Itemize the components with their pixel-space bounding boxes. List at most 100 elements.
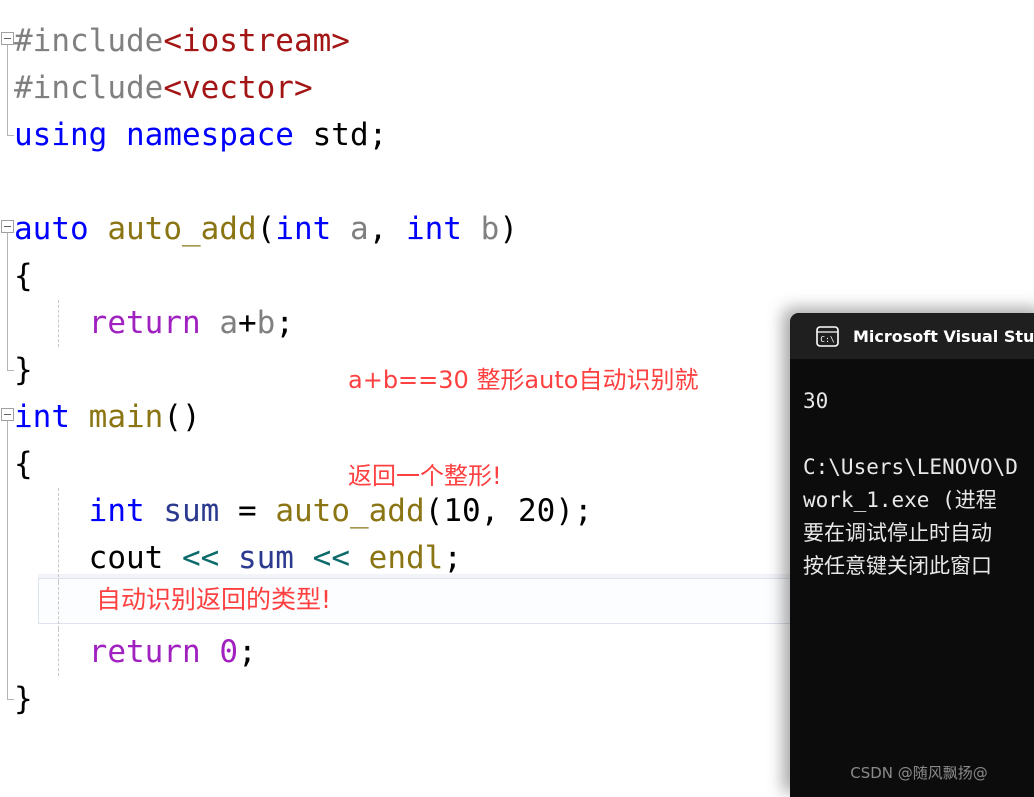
code-line[interactable]: { [0, 253, 1034, 300]
code-token: b [256, 305, 276, 341]
code-token: cout [88, 540, 164, 576]
code-line-text: #include<iostream> [14, 18, 350, 65]
console-window-title: Microsoft Visual Stud [853, 326, 1034, 346]
code-line-text: auto auto_add(int a, int b) [14, 206, 518, 253]
code-fold-gutter[interactable] [0, 676, 14, 723]
code-line-text: } [14, 347, 33, 394]
console-line: 30 [803, 389, 829, 413]
code-fold-gutter[interactable] [0, 18, 14, 65]
fold-guide-line [7, 253, 8, 300]
code-line-text: { [14, 441, 33, 488]
fold-guide-line [7, 488, 8, 535]
code-token: int [14, 399, 70, 435]
csdn-watermark: CSDN @随风飘扬@ [850, 764, 988, 782]
code-line[interactable]: #include<iostream> [0, 18, 1034, 65]
console-line: work_1.exe (进程 [803, 488, 1010, 512]
code-line[interactable]: auto auto_add(int a, int b) [0, 206, 1034, 253]
fold-collapse-icon[interactable] [1, 408, 14, 421]
code-line-text: #include<vector> [14, 65, 313, 112]
console-title-bar[interactable]: C:\ Microsoft Visual Stud [790, 313, 1034, 359]
fold-guide-line-end [7, 676, 14, 700]
code-token: b [480, 211, 500, 247]
code-token: sum [237, 540, 294, 576]
code-token: << [181, 540, 220, 576]
fold-guide-line [7, 421, 8, 441]
fold-collapse-icon[interactable] [1, 220, 14, 233]
fold-guide-line-end [7, 347, 14, 371]
code-fold-gutter[interactable] [0, 441, 14, 488]
console-line: 按任意键关闭此窗口 [803, 554, 992, 578]
console-output-window[interactable]: C:\ Microsoft Visual Stud 30 C:\Users\LEN… [790, 313, 1034, 797]
fold-guide-line [7, 629, 8, 676]
code-line-text: { [14, 253, 33, 300]
code-token: ) [499, 211, 518, 247]
code-token: #include [14, 70, 164, 106]
fold-guide-line [7, 300, 8, 347]
code-line[interactable]: using namespace std; [0, 112, 1034, 159]
code-fold-gutter[interactable] [0, 394, 14, 441]
code-token: <vector> [163, 70, 313, 106]
code-token: } [14, 681, 33, 717]
code-token: , [368, 211, 406, 247]
fold-guide-line [7, 65, 8, 112]
code-token: << [312, 540, 350, 576]
code-fold-gutter[interactable] [0, 65, 14, 112]
code-token: = [219, 493, 276, 529]
code-token: ; [237, 634, 257, 670]
console-line: C:\Users\LENOVO\D [803, 455, 1018, 479]
code-fold-gutter[interactable] [0, 112, 14, 159]
code-token: int [275, 211, 332, 247]
code-token: std; [312, 117, 388, 153]
console-line: 要在调试停止时自动 [803, 521, 992, 545]
fold-guide-line-end [7, 112, 14, 136]
code-fold-gutter[interactable] [0, 159, 14, 206]
code-fold-gutter[interactable] [0, 629, 14, 676]
code-line-text: return a+b; [14, 300, 294, 347]
code-token: + [237, 305, 257, 341]
console-output-text: 30 C:\Users\LENOVO\D work_1.exe (进程 要在调试停止… [790, 359, 1034, 797]
code-token: sum [163, 493, 220, 529]
annotation-auto-type: 自动识别返回的类型! [96, 585, 332, 614]
code-fold-gutter[interactable] [0, 347, 14, 394]
code-token: } [14, 352, 33, 388]
code-line[interactable] [0, 159, 1034, 206]
code-fold-gutter[interactable] [0, 582, 14, 629]
code-line-text: using namespace std; [14, 112, 387, 159]
annotation-return-line1: a+b==30 整形auto自动识别就 [348, 366, 699, 394]
code-fold-gutter[interactable] [0, 488, 14, 535]
fold-guide-line [7, 45, 8, 65]
fold-guide-line [7, 233, 8, 253]
code-token: return [88, 634, 201, 670]
code-token: #include [14, 23, 164, 59]
code-token: a [349, 211, 369, 247]
code-fold-gutter[interactable] [0, 253, 14, 300]
code-line[interactable]: #include<vector> [0, 65, 1034, 112]
code-token: ( [256, 211, 276, 247]
terminal-icon: C:\ [816, 325, 839, 347]
code-token: <iostream> [163, 23, 350, 59]
code-token: () [163, 399, 201, 435]
code-token: 0 [219, 634, 238, 670]
fold-guide-line [7, 535, 8, 582]
code-line-text: int main() [14, 394, 201, 441]
fold-collapse-icon[interactable] [1, 32, 14, 45]
code-fold-gutter[interactable] [0, 535, 14, 582]
code-token: int [405, 211, 462, 247]
code-token: auto [14, 211, 89, 247]
annotation-return-type: a+b==30 整形auto自动识别就 返回一个整形! [348, 300, 698, 556]
code-fold-gutter[interactable] [0, 206, 14, 253]
code-fold-gutter[interactable] [0, 300, 14, 347]
code-token: int [88, 493, 145, 529]
